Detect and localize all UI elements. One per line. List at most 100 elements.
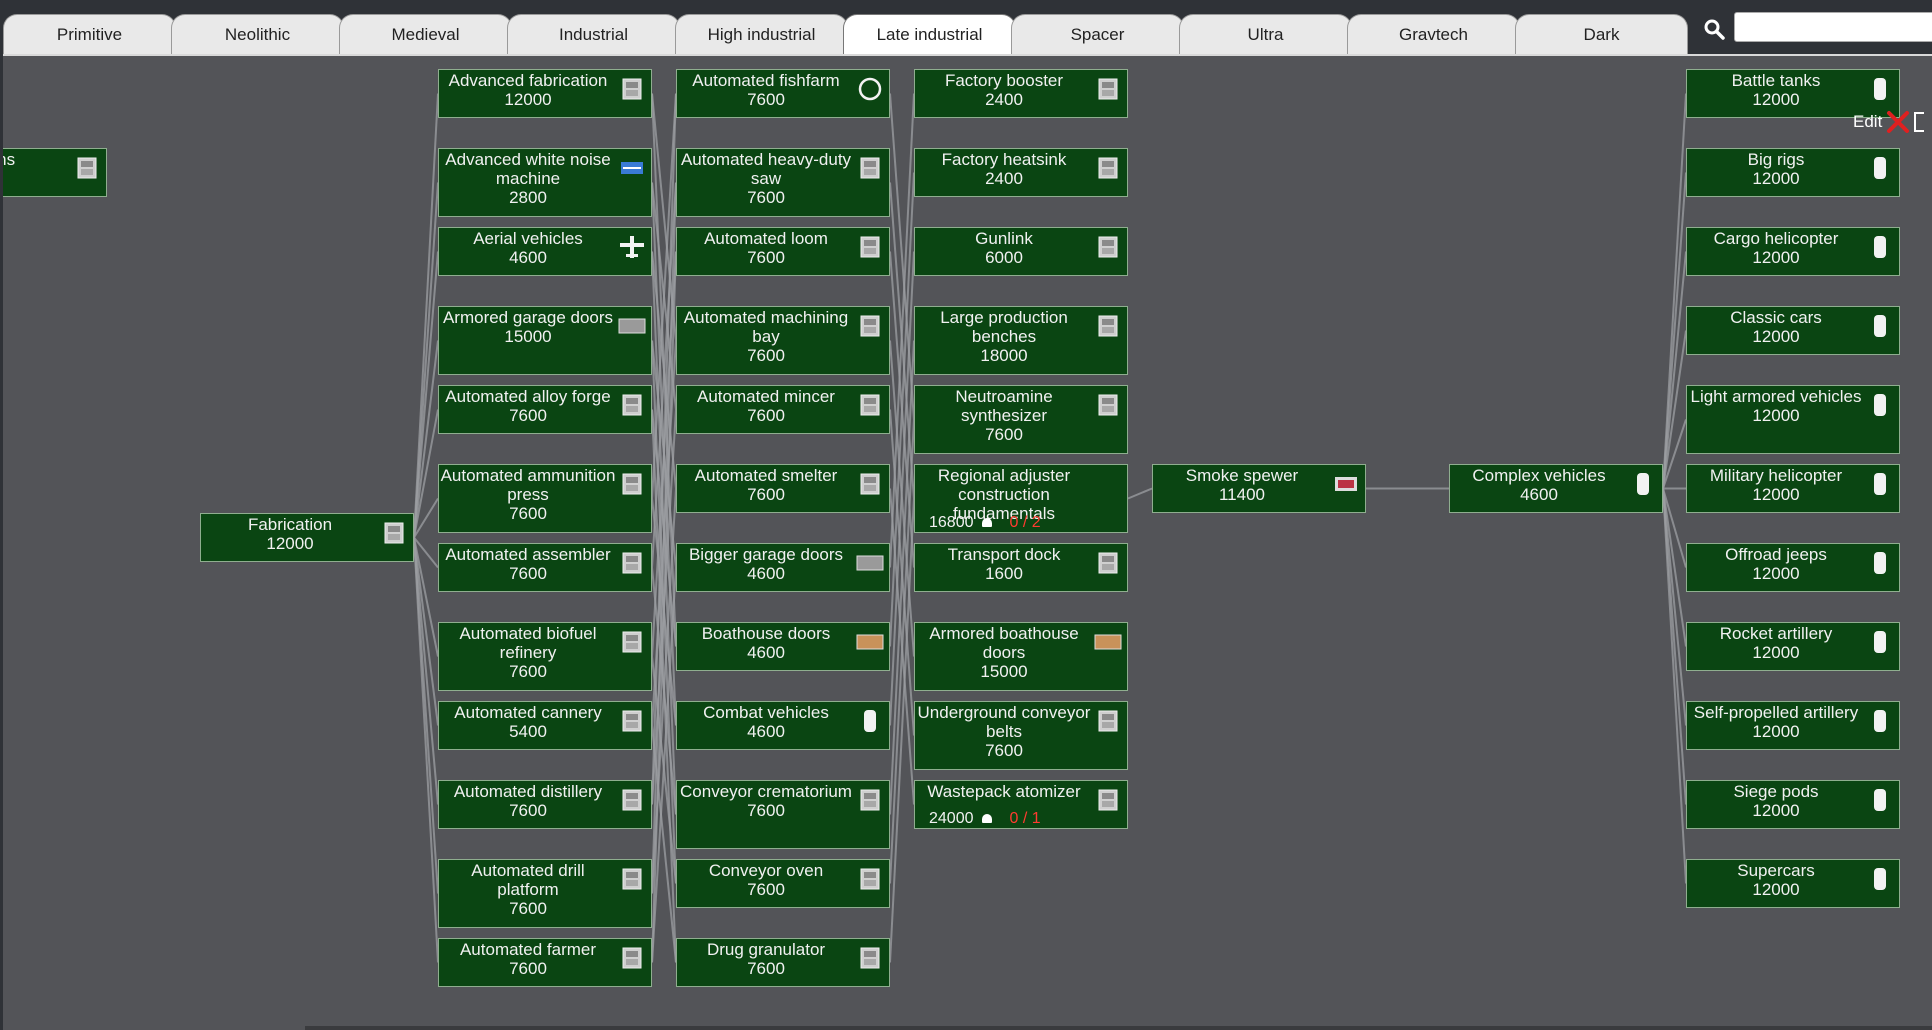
scrollbar-track[interactable] <box>305 1026 1932 1030</box>
research-node-light-armored-vehicles[interactable]: Light armored vehicles 12000 <box>1686 385 1900 454</box>
node-cost: 7600 <box>747 248 785 267</box>
research-node-automated-assembler[interactable]: Automated assembler 7600 <box>438 543 652 592</box>
tab-bar: Primitive Neolithic Medieval Industrial … <box>0 0 1932 56</box>
research-node-automated-mincer[interactable]: Automated mincer 7600 <box>676 385 890 434</box>
tab-neolithic[interactable]: Neolithic <box>171 14 344 54</box>
panel-icon[interactable] <box>1914 112 1925 132</box>
node-name: Automated smelter <box>694 466 838 485</box>
tab-spacer[interactable]: Spacer <box>1011 14 1184 54</box>
required-count: 0 / 2 <box>1009 514 1041 531</box>
node-cost: 12000 <box>1752 248 1800 267</box>
research-node-armored-boathouse-doors[interactable]: Armored boathouse doors 15000 <box>914 622 1128 691</box>
node-name: Neutroamine synthesizer <box>955 387 1053 425</box>
assembler-icon <box>622 552 642 574</box>
tab-primitive[interactable]: Primitive <box>3 14 176 54</box>
research-node-transport-dock[interactable]: Transport dock 1600 <box>914 543 1128 592</box>
research-node-boathouse-doors[interactable]: Boathouse doors 4600 <box>676 622 890 671</box>
node-text: Complex vehicles 4600 <box>1450 466 1628 504</box>
tab-gravtech[interactable]: Gravtech <box>1347 14 1520 54</box>
close-icon[interactable] <box>1886 110 1910 134</box>
research-node-automated-ammunition-press[interactable]: Automated ammunition press 7600 <box>438 464 652 533</box>
research-node-automated-machining-bay[interactable]: Automated machining bay 7600 <box>676 306 890 375</box>
dependency-line <box>1662 330 1687 489</box>
node-name: Bigger garage doors <box>688 545 844 564</box>
research-node-armored-garage-doors[interactable]: Armored garage doors 15000 <box>438 306 652 375</box>
research-node-aerial-vehicles[interactable]: Aerial vehicles 4600 <box>438 227 652 276</box>
research-node-automated-alloy-forge[interactable]: Automated alloy forge 7600 <box>438 385 652 434</box>
research-node-self-propelled-artillery[interactable]: Self-propelled artillery 12000 <box>1686 701 1900 750</box>
node-name: Offroad jeeps <box>1725 545 1827 564</box>
tab-ultra[interactable]: Ultra <box>1179 14 1352 54</box>
node-text: Automated machining bay 7600 <box>677 308 855 365</box>
research-node-automated-drill-platform[interactable]: Automated drill platform 7600 <box>438 859 652 928</box>
dock-icon <box>1098 552 1118 574</box>
magnifier-icon <box>981 814 992 823</box>
research-node-automated-biofuel-refinery[interactable]: Automated biofuel refinery 7600 <box>438 622 652 691</box>
research-node-factory-heatsink[interactable]: Factory heatsink 2400 <box>914 148 1128 197</box>
node-cost: 7600 <box>747 959 785 978</box>
research-node-smoke-spewer[interactable]: Smoke spewer 11400 <box>1152 464 1366 513</box>
node-text: Battle tanks 12000 <box>1687 71 1865 109</box>
node-text: Automated distillery 7600 <box>439 782 617 820</box>
research-node-conveyor-oven[interactable]: Conveyor oven 7600 <box>676 859 890 908</box>
tab-industrial[interactable]: Industrial <box>507 14 680 54</box>
research-node-advanced-fabrication[interactable]: Advanced fabrication 12000 <box>438 69 652 118</box>
ammo-press-icon <box>622 473 642 495</box>
research-node-classic-cars[interactable]: Classic cars 12000 <box>1686 306 1900 355</box>
farmer-icon <box>622 947 642 969</box>
tab-label: Gravtech <box>1399 24 1468 44</box>
research-node-automated-heavy-duty-saw[interactable]: Automated heavy-duty saw 7600 <box>676 148 890 217</box>
research-node-cargo-helicopter[interactable]: Cargo helicopter 12000 <box>1686 227 1900 276</box>
edit-toggle[interactable]: Edit <box>1853 110 1925 134</box>
search-icon[interactable] <box>1702 17 1726 41</box>
node-name: Wastepack atomizer <box>927 782 1081 801</box>
research-node-automated-distillery[interactable]: Automated distillery 7600 <box>438 780 652 829</box>
research-node-rocket-artillery[interactable]: Rocket artillery 12000 <box>1686 622 1900 671</box>
node-text: Automated biofuel refinery 7600 <box>439 624 617 681</box>
research-node-mechs[interactable]: a mechs0 <box>3 148 107 197</box>
research-node-automated-farmer[interactable]: Automated farmer 7600 <box>438 938 652 987</box>
research-node-advanced-white-noise-machine[interactable]: Advanced white noise machine 2800 <box>438 148 652 217</box>
research-node-factory-booster[interactable]: Factory booster 2400 <box>914 69 1128 118</box>
tab-medieval[interactable]: Medieval <box>339 14 512 54</box>
research-node-neutroamine-synthesizer[interactable]: Neutroamine synthesizer 7600 <box>914 385 1128 454</box>
research-node-automated-smelter[interactable]: Automated smelter 7600 <box>676 464 890 513</box>
research-node-combat-vehicles[interactable]: Combat vehicles 4600 <box>676 701 890 750</box>
research-tree-canvas[interactable]: a mechs0 Fabrication12000 Advanced fabrica… <box>3 54 1932 1030</box>
research-node-large-production-benches[interactable]: Large production benches 18000 <box>914 306 1128 375</box>
tab-label: Ultra <box>1247 24 1284 44</box>
node-name: Big rigs <box>1747 150 1805 169</box>
research-node-offroad-jeeps[interactable]: Offroad jeeps 12000 <box>1686 543 1900 592</box>
research-node-regional-adjuster[interactable]: Regional adjuster construction fundament… <box>914 464 1128 533</box>
research-node-wastepack-atomizer[interactable]: Wastepack atomizer 24000 0 / 1 <box>914 780 1128 829</box>
required-count: 0 / 1 <box>1009 810 1041 827</box>
tab-late-industrial[interactable]: Late industrial <box>843 14 1016 54</box>
node-text: Automated drill platform 7600 <box>439 861 617 918</box>
research-node-fabrication[interactable]: Fabrication 12000 <box>200 513 414 562</box>
research-node-supercars[interactable]: Supercars 12000 <box>1686 859 1900 908</box>
research-node-complex-vehicles[interactable]: Complex vehicles 4600 <box>1449 464 1663 513</box>
tab-high-industrial[interactable]: High industrial <box>675 14 848 54</box>
node-cost: 12000 <box>1752 90 1800 109</box>
research-node-drug-granulator[interactable]: Drug granulator 7600 <box>676 938 890 987</box>
research-node-siege-pods[interactable]: Siege pods 12000 <box>1686 780 1900 829</box>
research-node-bigger-garage-doors[interactable]: Bigger garage doors 4600 <box>676 543 890 592</box>
tank-icon <box>1874 78 1886 100</box>
tab-label: Spacer <box>1070 24 1125 44</box>
helicopter-icon <box>1874 473 1886 495</box>
research-node-military-helicopter[interactable]: Military helicopter 12000 <box>1686 464 1900 513</box>
research-node-big-rigs[interactable]: Big rigs 12000 <box>1686 148 1900 197</box>
node-text: Classic cars 12000 <box>1687 308 1865 346</box>
search-input[interactable] <box>1734 12 1932 42</box>
tab-dark[interactable]: Dark <box>1515 14 1688 54</box>
research-node-automated-loom[interactable]: Automated loom 7600 <box>676 227 890 276</box>
smelter-icon <box>860 473 880 495</box>
node-cost: 12000 <box>1752 564 1800 583</box>
research-node-underground-conveyor-belts[interactable]: Underground conveyor belts 7600 <box>914 701 1128 770</box>
synthesizer-icon <box>1098 394 1118 416</box>
research-node-conveyor-crematorium[interactable]: Conveyor crematorium 7600 <box>676 780 890 849</box>
node-requirements: 24000 0 / 1 <box>929 811 1059 827</box>
research-node-automated-cannery[interactable]: Automated cannery 5400 <box>438 701 652 750</box>
research-node-automated-fishfarm[interactable]: Automated fishfarm 7600 <box>676 69 890 118</box>
research-node-gunlink[interactable]: Gunlink 6000 <box>914 227 1128 276</box>
